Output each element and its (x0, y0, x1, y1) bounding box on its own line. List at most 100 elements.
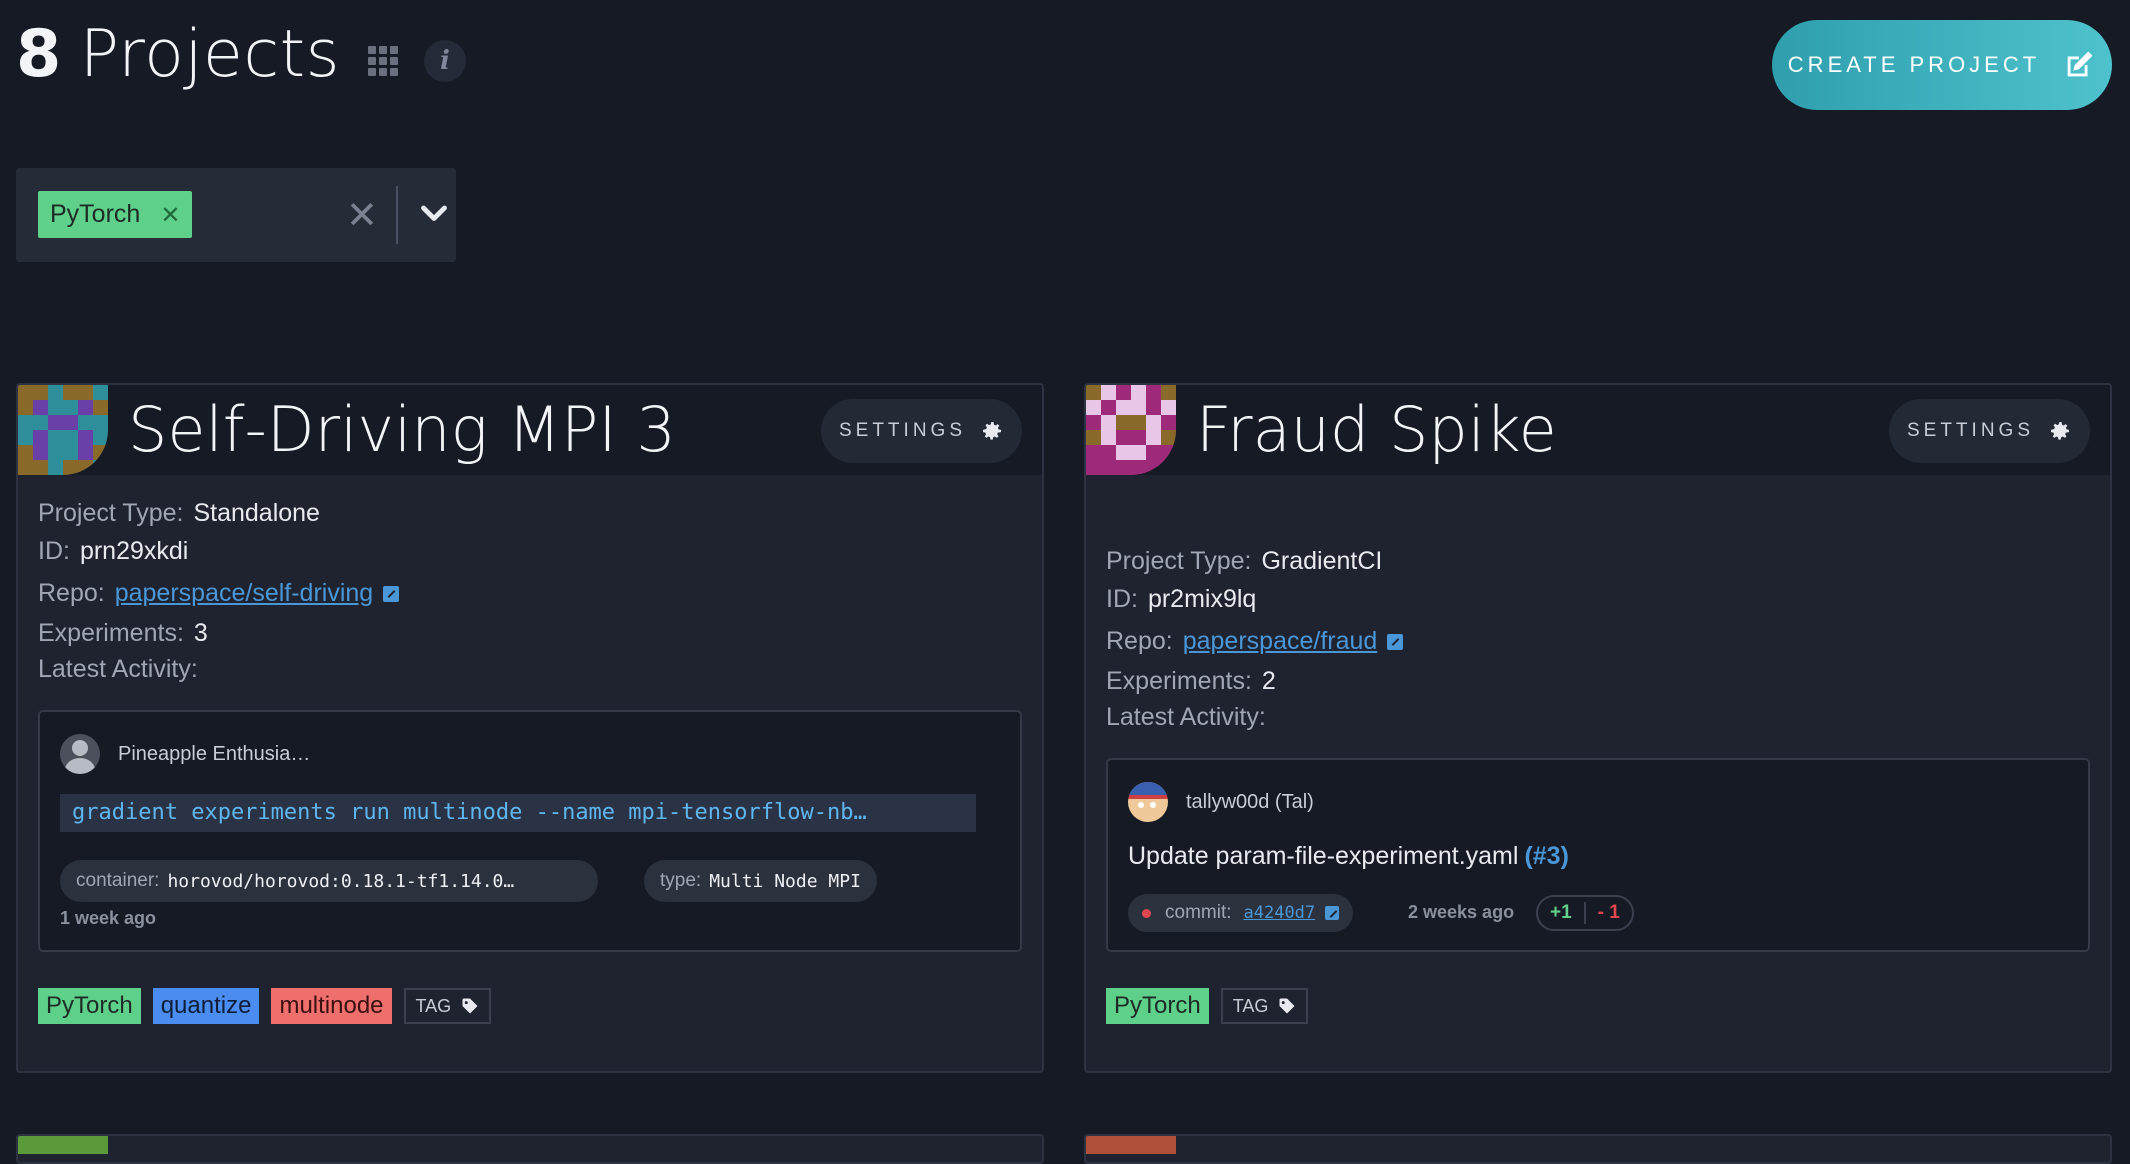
latest-activity-label: Latest Activity: (1106, 703, 1266, 731)
page-header: 8 Projects i (16, 14, 466, 94)
project-title[interactable]: Fraud Spike (1196, 385, 1557, 475)
type-badge: type: Multi Node MPI (644, 860, 877, 902)
filter-separator (396, 186, 398, 244)
project-card-partial (16, 1134, 1044, 1164)
activity-user: tallyw00d (Tal) (1128, 782, 1314, 822)
filter-chip-label: PyTorch (50, 200, 141, 228)
filter-chip-pytorch: PyTorch ✕ (38, 191, 193, 238)
project-avatar[interactable] (1086, 385, 1176, 475)
project-repo-row: Repo: paperspace/fraud (1106, 627, 1404, 656)
experiments-row: Experiments: 2 (1106, 667, 1276, 696)
tag-quantize[interactable]: quantize (152, 988, 260, 1024)
project-id-label: ID: (1106, 585, 1138, 613)
commit-hash-link[interactable]: a4240d7 (1244, 903, 1316, 923)
tag-pytorch[interactable]: PyTorch (38, 988, 141, 1024)
tag-pytorch[interactable]: PyTorch (1106, 988, 1209, 1024)
project-type-label: Project Type: (1106, 547, 1252, 575)
project-type-row: Project Type: Standalone (38, 499, 320, 528)
project-card: Self-Driving MPI 3 SETTINGS Project Type… (16, 383, 1044, 1073)
grid-icon[interactable] (368, 46, 398, 76)
project-id-row: ID: pr2mix9lq (1106, 585, 1256, 614)
project-id-value: prn29xkdi (79, 537, 189, 565)
commit-key: commit: (1165, 902, 1232, 923)
pr-link[interactable]: (#3) (1524, 842, 1568, 870)
commit-message: Update param-file-experiment.yaml (#3) (1128, 842, 1569, 871)
gear-icon (2051, 422, 2069, 440)
experiments-label: Experiments: (1106, 667, 1252, 695)
create-project-button[interactable]: CREATE PROJECT (1772, 20, 2112, 110)
commit-badge: commit: a4240d7 (1128, 894, 1354, 932)
latest-activity-label: Latest Activity: (38, 655, 198, 683)
container-key: container: (76, 870, 160, 891)
additions-count: +1 (1538, 902, 1586, 924)
project-id-label: ID: (38, 537, 70, 565)
activity-username[interactable]: tallyw00d (Tal) (1186, 791, 1314, 814)
type-key: type: (660, 870, 702, 891)
commit-message-text: Update param-file-experiment.yaml (1128, 842, 1519, 870)
experiment-command[interactable]: gradient experiments run multinode --nam… (60, 794, 976, 832)
project-card-header: Self-Driving MPI 3 SETTINGS (18, 385, 1042, 475)
project-card-header: Fraud Spike SETTINGS (1086, 385, 2110, 475)
project-title[interactable]: Self-Driving MPI 3 (128, 385, 676, 475)
avatar (1128, 782, 1168, 822)
tag-list: PyTorch TAG (1106, 988, 1309, 1024)
project-count: 8 (16, 16, 62, 92)
project-type-value: Standalone (193, 499, 320, 527)
page-title: 8 Projects (16, 17, 340, 92)
project-repo-row: Repo: paperspace/self-driving (38, 579, 400, 608)
experiments-label: Experiments: (38, 619, 184, 647)
project-type-label: Project Type: (38, 499, 184, 527)
activity-panel: Pineapple Enthusia… gradient experiments… (38, 710, 1022, 952)
settings-label: SETTINGS (838, 420, 966, 441)
chevron-down-icon[interactable] (416, 196, 452, 232)
create-project-label: CREATE PROJECT (1787, 52, 2041, 77)
avatar (60, 734, 100, 774)
repo-link[interactable]: paperspace/self-driving (115, 579, 373, 607)
project-repo-label: Repo: (38, 579, 105, 607)
tag-icon (462, 998, 478, 1014)
experiments-count: 2 (1261, 667, 1276, 695)
settings-button[interactable]: SETTINGS (1888, 399, 2090, 463)
project-avatar[interactable] (18, 385, 108, 475)
settings-button[interactable]: SETTINGS (820, 399, 1022, 463)
edit-icon (2067, 51, 2093, 77)
repo-link[interactable]: paperspace/fraud (1183, 627, 1378, 655)
project-repo-label: Repo: (1106, 627, 1173, 655)
page-title-text: Projects (79, 16, 340, 92)
container-badge: container: horovod/horovod:0.18.1-tf1.14… (60, 860, 598, 902)
external-link-icon[interactable] (383, 586, 400, 602)
tag-icon (1279, 998, 1295, 1014)
tag-filter-select[interactable]: PyTorch ✕ ✕ (16, 168, 456, 262)
info-icon[interactable]: i (424, 40, 466, 82)
project-card: Fraud Spike SETTINGS Project Type: Gradie… (1084, 383, 2112, 1073)
activity-username[interactable]: Pineapple Enthusia… (118, 743, 310, 766)
add-tag-button[interactable]: TAG (1220, 988, 1309, 1024)
activity-panel: tallyw00d (Tal) Update param-file-experi… (1106, 758, 2090, 952)
activity-user: Pineapple Enthusia… (60, 734, 310, 774)
experiments-count: 3 (193, 619, 208, 647)
diff-stats: +1 - 1 (1536, 895, 1634, 931)
project-avatar (1086, 1136, 1176, 1154)
external-link-icon[interactable] (1325, 906, 1340, 920)
activity-timestamp: 2 weeks ago (1408, 902, 1515, 922)
add-tag-button[interactable]: TAG (403, 988, 492, 1024)
project-avatar (18, 1136, 108, 1154)
add-tag-label: TAG (1232, 995, 1269, 1016)
project-card-partial (1084, 1134, 2112, 1164)
project-id-value: pr2mix9lq (1147, 585, 1257, 613)
deletions-count: - 1 (1597, 902, 1620, 923)
close-icon[interactable]: ✕ (346, 193, 378, 237)
project-id-row: ID: prn29xkdi (38, 537, 188, 566)
remove-chip-icon[interactable]: ✕ (160, 201, 180, 229)
container-value: horovod/horovod:0.18.1-tf1.14.0… (167, 870, 515, 892)
experiments-row: Experiments: 3 (38, 619, 208, 648)
external-link-icon[interactable] (1387, 634, 1404, 650)
project-type-row: Project Type: GradientCI (1106, 547, 1382, 576)
tag-multinode[interactable]: multinode (271, 988, 392, 1024)
settings-label: SETTINGS (1906, 420, 2034, 441)
add-tag-label: TAG (415, 995, 452, 1016)
tag-list: PyTorch quantize multinode TAG (38, 988, 492, 1024)
activity-timestamp: 1 week ago (60, 908, 157, 928)
type-value: Multi Node MPI (709, 870, 861, 892)
commit-status-dot (1142, 908, 1151, 918)
